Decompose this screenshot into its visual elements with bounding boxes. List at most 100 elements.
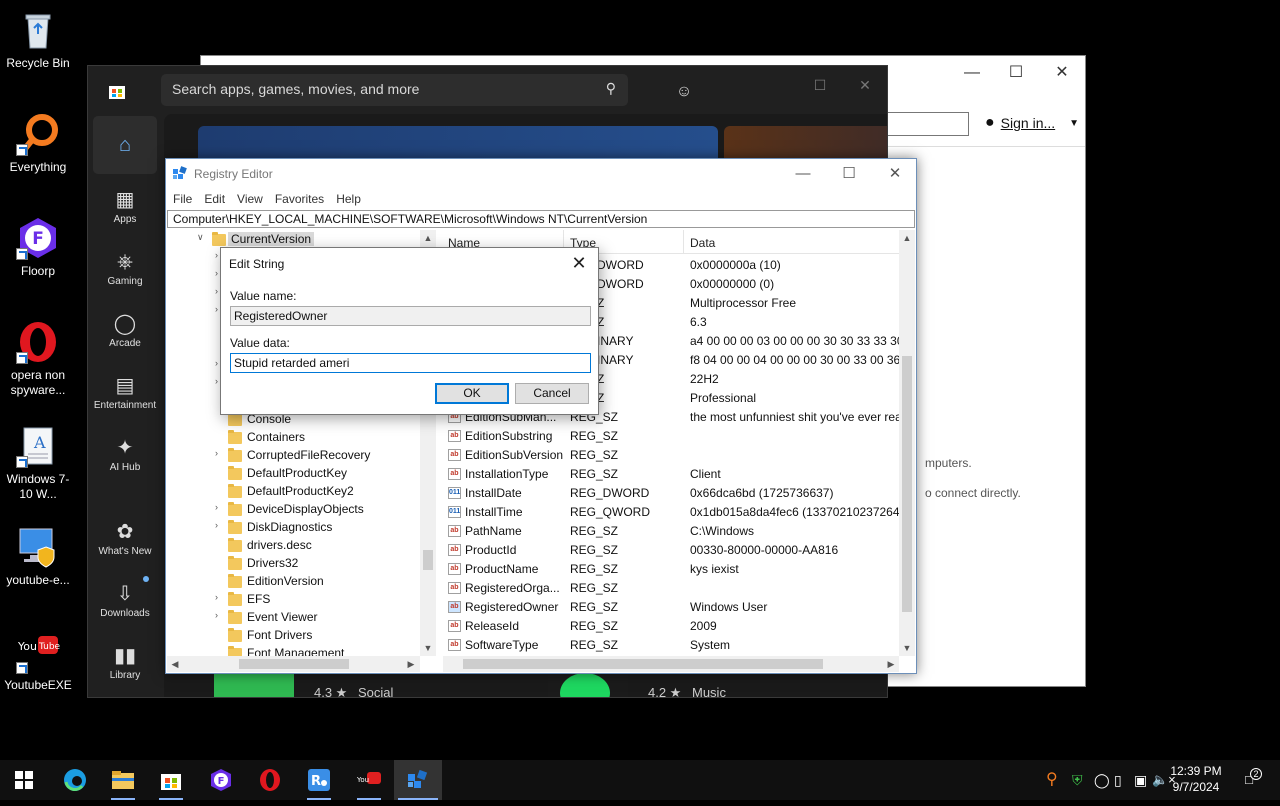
search-input[interactable] [887, 112, 969, 136]
tree-item[interactable]: Font Drivers [167, 627, 417, 645]
table-row[interactable]: ab PathName REG_SZ C:\Windows [443, 522, 913, 541]
table-row[interactable]: ab ProductId REG_SZ 00330-80000-00000-AA816 [443, 541, 913, 560]
tree-item[interactable]: › [167, 285, 227, 303]
tree-item[interactable]: drivers.desc [167, 537, 417, 555]
notification-center-button[interactable]: □ 2 [1238, 760, 1262, 800]
tree-item[interactable]: › [167, 357, 227, 375]
tree-hscrollbar[interactable]: ◀ ▶ [167, 656, 420, 672]
tree-item[interactable]: › DiskDiagnostics [167, 519, 417, 537]
table-row[interactable]: ab EditionSubstring REG_SZ [443, 427, 913, 446]
cancel-button[interactable]: Cancel [515, 383, 589, 404]
nav-home[interactable]: ⌂ [93, 116, 157, 174]
table-row[interactable]: ab RegisteredOrga... REG_SZ [443, 579, 913, 598]
tree-item[interactable]: Drivers32 [167, 555, 417, 573]
nav-downloads[interactable]: ⇩ Downloads [93, 574, 157, 632]
scroll-thumb[interactable] [902, 356, 912, 612]
tree-item[interactable]: › [167, 249, 227, 267]
expand-icon[interactable]: › [215, 520, 227, 530]
scroll-down-icon[interactable]: ▼ [899, 640, 915, 656]
tray-network-icon[interactable]: ▣ [1134, 760, 1147, 800]
tree-item[interactable]: › [167, 267, 227, 285]
app-tile-whatsapp[interactable]: 4.3 ★ Social [214, 671, 484, 697]
taskbar-youtube[interactable]: You [345, 760, 393, 800]
desktop-icon-youtubeexe[interactable]: You Tube YoutubeEXE [2, 630, 74, 693]
ok-button[interactable]: OK [435, 383, 509, 404]
table-row[interactable]: ab ReleaseId REG_SZ 2009 [443, 617, 913, 636]
desktop-icon-windows-7-10[interactable]: A Windows 7-10 W... [2, 424, 74, 502]
hscroll-thumb[interactable] [239, 659, 349, 669]
scroll-up-icon[interactable]: ▲ [899, 230, 915, 246]
desktop-icon-youtube-e[interactable]: youtube-e... [2, 525, 74, 588]
desktop-icon-everything[interactable]: Everything [2, 112, 74, 175]
scroll-thumb[interactable] [423, 550, 433, 570]
scroll-right-icon[interactable]: ▶ [403, 656, 419, 672]
tray-shield-icon[interactable]: ⛨ [1072, 760, 1083, 800]
tree-item[interactable]: › [167, 303, 227, 321]
value-data-input[interactable] [230, 353, 591, 373]
tree-item[interactable]: DefaultProductKey [167, 465, 417, 483]
table-row[interactable]: ab EditionSubVersion REG_SZ [443, 446, 913, 465]
menu-edit[interactable]: Edit [198, 189, 231, 209]
taskbar-store[interactable] [147, 760, 195, 800]
tree-item[interactable]: › DeviceDisplayObjects [167, 501, 417, 519]
tray-everything-icon[interactable]: ⚲ [1046, 760, 1058, 800]
menu-view[interactable]: View [231, 189, 269, 209]
address-bar[interactable]: Computer\HKEY_LOCAL_MACHINE\SOFTWARE\Mic… [167, 210, 915, 228]
list-scrollbar[interactable]: ▲ ▼ [899, 230, 915, 656]
expand-icon[interactable]: › [215, 502, 227, 512]
hscroll-thumb[interactable] [463, 659, 823, 669]
nav-ai-hub[interactable]: ✦ AI Hub [93, 428, 157, 486]
desktop-icon-floorp[interactable]: F Floorp [2, 216, 74, 279]
scroll-up-icon[interactable]: ▲ [420, 230, 436, 246]
expand-icon[interactable]: › [215, 592, 227, 602]
tree-item[interactable]: DefaultProductKey2 [167, 483, 417, 501]
tree-item[interactable]: EditionVersion [167, 573, 417, 591]
nav-apps[interactable]: ▦ Apps [93, 180, 157, 238]
desktop-icon-opera[interactable]: opera non spyware... [2, 320, 74, 398]
nav-arcade[interactable]: ◯ Arcade [93, 304, 157, 362]
store-search-input[interactable]: Search apps, games, movies, and more ⚲ [161, 74, 628, 106]
taskbar-opera[interactable] [246, 760, 294, 800]
table-row[interactable]: ab RegisteredOwner REG_SZ Windows User [443, 598, 913, 617]
table-row[interactable]: ab InstallationType REG_SZ Client [443, 465, 913, 484]
expand-icon[interactable]: › [215, 610, 227, 620]
maximize-button[interactable]: ☐ [993, 60, 1039, 86]
taskbar-floorp[interactable]: F [197, 760, 245, 800]
taskbar-edge[interactable] [51, 760, 99, 800]
app-tile-spotify[interactable]: 4.2 ★ Music [548, 671, 818, 697]
store-close-button[interactable]: ✕ [845, 72, 885, 98]
store-maximize-button[interactable]: ☐ [800, 72, 840, 98]
menu-file[interactable]: File [167, 189, 198, 209]
taskbar-regedit[interactable] [394, 760, 442, 800]
table-row[interactable]: 011 InstallTime REG_QWORD 0x1db015a8da4fec6… [443, 503, 915, 522]
nav-library[interactable]: ▮▮ Library [93, 636, 157, 694]
nav-whats-new[interactable]: ✿ What's New [93, 512, 157, 570]
scroll-left-icon[interactable]: ◀ [167, 656, 183, 672]
scroll-right-icon[interactable]: ▶ [883, 656, 899, 672]
close-button[interactable]: ✕ [872, 161, 918, 187]
nav-gaming[interactable]: ⎈ Gaming [93, 242, 157, 300]
close-button[interactable]: ✕ [1039, 60, 1085, 86]
nav-entertainment[interactable]: ▤ Entertainment [93, 366, 157, 424]
tree-item[interactable]: Containers [167, 429, 417, 447]
tree-item[interactable]: › EFS [167, 591, 417, 609]
account-icon[interactable]: ☺ [670, 78, 698, 106]
tray-security-icon[interactable]: ◯ [1094, 760, 1110, 800]
tree-item[interactable]: › [167, 375, 227, 393]
start-button[interactable] [0, 760, 48, 800]
tree-item[interactable]: › CorruptedFileRecovery [167, 447, 417, 465]
table-row[interactable]: ab SoftwareType REG_SZ System [443, 636, 913, 655]
tray-usb-icon[interactable]: ▯ [1114, 760, 1122, 800]
dialog-close-button[interactable]: ✕ [564, 252, 594, 276]
table-row[interactable]: 011 InstallDate REG_DWORD 0x66dca6bd (17257… [443, 484, 913, 503]
table-row[interactable]: ab ProductName REG_SZ kys iexist [443, 560, 913, 579]
sign-in-button[interactable]: ● Sign in... ▼ [985, 114, 1079, 132]
minimize-button[interactable]: — [780, 161, 826, 187]
menu-favorites[interactable]: Favorites [269, 189, 330, 209]
tree-item[interactable]: › Event Viewer [167, 609, 417, 627]
collapse-icon[interactable]: ∨ [197, 232, 209, 243]
list-hscrollbar[interactable]: ▶ [443, 656, 899, 672]
maximize-button[interactable]: ☐ [826, 161, 872, 187]
scroll-down-icon[interactable]: ▼ [420, 640, 436, 656]
taskbar-clock[interactable]: 12:39 PM 9/7/2024 [1166, 763, 1226, 795]
